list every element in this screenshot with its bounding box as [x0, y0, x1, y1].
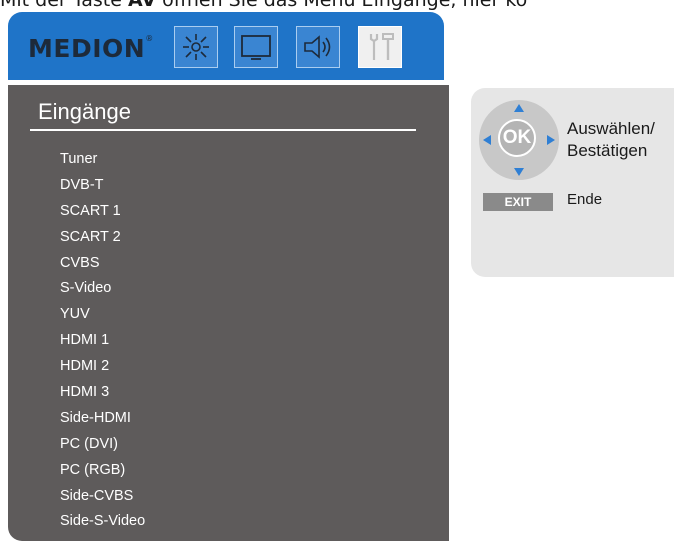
- exit-key-icon: EXIT: [483, 193, 553, 211]
- osd-menu-bar: MEDION®: [8, 12, 444, 80]
- arrow-down-icon: [514, 168, 524, 176]
- input-item-scart-2[interactable]: SCART 2: [60, 225, 145, 251]
- arrow-right-icon: [547, 135, 555, 145]
- caption-prefix: Mit der Taste: [0, 0, 128, 11]
- arrow-up-icon: [514, 104, 524, 112]
- title-divider: [30, 129, 416, 131]
- menu-title: Eingänge: [38, 99, 131, 124]
- input-item-side-hdmi[interactable]: Side-HDMI: [60, 406, 145, 432]
- ok-button-icon: OK: [498, 119, 536, 157]
- arrow-left-icon: [483, 135, 491, 145]
- input-item-s-video[interactable]: S-Video: [60, 276, 145, 302]
- navigation-wheel: OK: [479, 100, 559, 180]
- input-item-hdmi-2[interactable]: HDMI 2: [60, 354, 145, 380]
- tools-icon[interactable]: [358, 26, 402, 68]
- document-caption: Mit der Taste AV öffnen Sie das Menü Ein…: [0, 0, 674, 12]
- caption-key: AV: [127, 0, 157, 11]
- input-item-yuv[interactable]: YUV: [60, 302, 145, 328]
- input-item-hdmi-3[interactable]: HDMI 3: [60, 380, 145, 406]
- input-item-pc-rgb[interactable]: PC (RGB): [60, 458, 145, 484]
- input-item-tuner[interactable]: Tuner: [60, 147, 145, 173]
- input-item-side-cvbs[interactable]: Side-CVBS: [60, 484, 145, 510]
- speaker-icon[interactable]: [296, 26, 340, 68]
- select-hint: Auswählen/ Bestätigen: [567, 119, 655, 160]
- input-item-hdmi-1[interactable]: HDMI 1: [60, 328, 145, 354]
- exit-hint: Ende: [567, 191, 603, 208]
- caption-suffix: öffnen Sie das Menü Eingänge, hier kö: [156, 0, 528, 11]
- help-panel: OK Auswählen/ Bestätigen EXIT Ende: [471, 88, 674, 277]
- inputs-menu: Eingänge Tuner DVB-T SCART 1 SCART 2 CVB…: [8, 85, 449, 541]
- input-item-side-s-video[interactable]: Side-S-Video: [60, 509, 145, 535]
- screen-icon[interactable]: [234, 26, 278, 68]
- input-item-dvb-t[interactable]: DVB-T: [60, 173, 145, 199]
- medion-logo: MEDION®: [28, 34, 154, 63]
- input-item-scart-1[interactable]: SCART 1: [60, 199, 145, 225]
- input-item-pc-dvi[interactable]: PC (DVI): [60, 432, 145, 458]
- input-item-cvbs[interactable]: CVBS: [60, 251, 145, 277]
- brightness-icon[interactable]: [174, 26, 218, 68]
- input-list: Tuner DVB-T SCART 1 SCART 2 CVBS S-Video…: [60, 147, 145, 535]
